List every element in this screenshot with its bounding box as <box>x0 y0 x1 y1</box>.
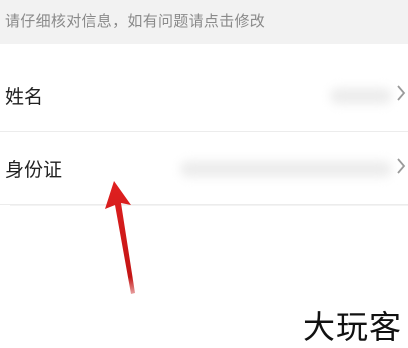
name-row[interactable]: 姓名 <box>0 60 408 132</box>
id-card-label: 身份证 <box>5 159 63 181</box>
id-card-value-blurred <box>180 161 392 177</box>
notice-text: 请仔细核对信息，如有问题请点击修改 <box>5 12 266 30</box>
notice-bar: 请仔细核对信息，如有问题请点击修改 <box>0 0 408 44</box>
watermark-logo: 大玩客 <box>303 308 403 346</box>
name-value-blurred <box>330 88 392 104</box>
id-card-row[interactable]: 身份证 <box>0 133 408 205</box>
row-divider <box>0 131 408 132</box>
row-divider <box>10 205 408 206</box>
chevron-right-icon <box>397 85 406 101</box>
name-label: 姓名 <box>5 86 44 108</box>
chevron-right-icon <box>397 158 406 174</box>
